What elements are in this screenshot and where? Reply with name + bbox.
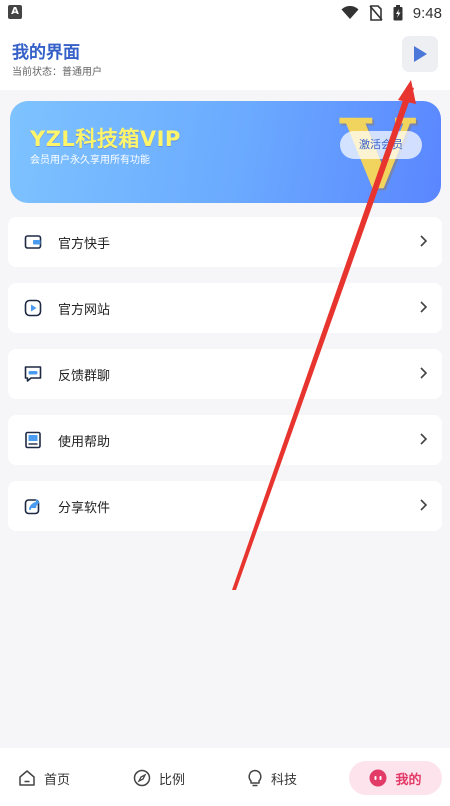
menu-item-kuaishou[interactable]: 官方快手 [8,217,442,267]
app-badge-icon: A [8,5,22,19]
tab-tech[interactable]: 科技 [247,764,297,792]
tab-label: 科技 [271,772,298,788]
play-square-icon [24,299,42,317]
chat-icon [24,366,42,382]
vip-banner[interactable]: YZL科技箱VIP 会员用户永久享用所有功能 V 激活会员 [10,101,441,203]
page-title: 我的界面 [12,43,80,63]
bottom-tab-bar: 首页 比例 科技 我的 [0,748,450,806]
chevron-right-icon [420,433,428,445]
menu-item-label: 官方网站 [58,303,111,318]
wifi-icon [341,6,359,19]
wallet-icon [24,235,42,249]
play-icon [414,46,427,62]
vip-subtitle: 会员用户永久享用所有功能 [30,155,150,166]
page-header: 我的界面 当前状态：普通用户 [0,26,450,90]
clock-time: 9:48 [412,4,442,22]
menu-item-feedback-group[interactable]: 反馈群聊 [8,349,442,399]
status-icons: 9:48 [341,3,442,23]
menu-item-label: 官方快手 [58,237,111,252]
play-button[interactable] [402,36,438,72]
battery-charging-icon [393,5,403,21]
menu-item-website[interactable]: 官方网站 [8,283,442,333]
chevron-right-icon [420,235,428,247]
menu-item-label: 使用帮助 [58,435,111,450]
menu-item-share[interactable]: 分享软件 [8,481,442,531]
no-sim-icon [369,5,383,21]
home-icon [19,770,35,786]
menu-item-label: 反馈群聊 [58,369,111,384]
status-bar: A 9:48 [0,0,450,26]
chevron-right-icon [420,499,428,511]
tab-label: 我的 [395,772,422,788]
vip-title: YZL科技箱VIP [30,127,181,151]
book-icon [25,431,41,449]
bulb-icon [248,769,262,787]
activate-vip-button[interactable]: 激活会员 [340,131,422,159]
tab-label: 比例 [159,772,186,788]
face-icon [369,769,387,787]
menu-item-label: 分享软件 [58,501,111,516]
user-status-text: 当前状态：普通用户 [12,67,102,78]
chevron-right-icon [420,367,428,379]
chevron-right-icon [420,301,428,313]
tab-home[interactable]: 首页 [18,764,70,792]
compass-icon [133,769,151,787]
share-icon [24,499,40,515]
menu-item-help[interactable]: 使用帮助 [8,415,442,465]
tab-label: 首页 [44,772,71,788]
tab-mine[interactable]: 我的 [349,761,442,795]
tab-ratio[interactable]: 比例 [133,764,185,792]
